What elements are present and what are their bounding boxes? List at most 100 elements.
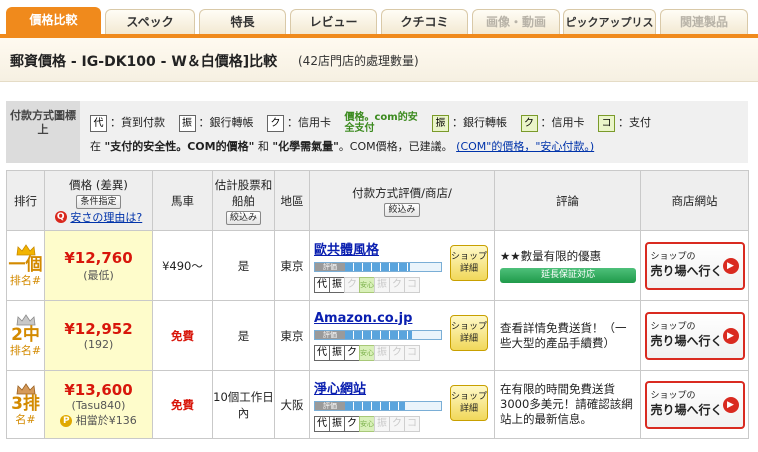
delivery-cell: 是	[212, 230, 275, 301]
shipping-cell: 免費	[152, 370, 213, 439]
pay-icon: コ	[404, 344, 420, 361]
tab-related: 関連製品	[660, 9, 748, 34]
shop-cell: 歐共體風格 評価 代振ク安心振クコ ショップ詳細	[309, 230, 495, 301]
points-row: P 相當於¥136	[45, 412, 152, 428]
tab-review[interactable]: レビュー	[290, 9, 377, 34]
note-text: 。COM價格，已建議。	[338, 140, 453, 153]
note-text: 在	[90, 140, 101, 153]
site-cell: ショップの 売り場へ行く ▶	[640, 300, 749, 371]
payment-filter-button[interactable]: 絞込み	[384, 202, 420, 217]
legend-note: 在 "支付的安全性。COM的價格" 和 "化學需氣量"。COM價格，已建議。 (…	[90, 138, 594, 154]
legend-label: 付款方式圖標上	[6, 101, 80, 163]
review-cell: ★★數量有限的優惠 延長保証対応	[494, 230, 641, 301]
rating-label: 評価	[315, 263, 345, 271]
rating-label: 評価	[315, 402, 345, 410]
rank-suffix: 名#	[15, 413, 36, 426]
region-cell: 大阪	[274, 370, 310, 439]
rating-bar: 評価	[314, 401, 442, 411]
price-cell: ¥13,600 (Tasu840) P 相當於¥136	[44, 370, 153, 439]
legend-text: ：銀行轉帳	[198, 116, 254, 129]
review-text: ★★數量有限的優惠	[500, 248, 602, 263]
rank-suffix: 排名#	[9, 344, 42, 357]
why-cheap-link[interactable]: 安さの理由は?	[70, 211, 142, 224]
header-region[interactable]: 地區	[274, 170, 310, 231]
price-value: ¥13,600	[64, 381, 133, 399]
credit-card-icon: ク	[389, 415, 405, 432]
rating-bar: 評価	[314, 330, 442, 340]
secure-icon: 安心	[359, 415, 375, 432]
table-header-row: 排行 價格 (差異) 条件指定 Q 安さの理由は? 馬車 估計股票和船舶 絞込み…	[6, 170, 749, 231]
price-value: ¥12,760	[64, 248, 133, 267]
bank-transfer-icon: 振	[374, 344, 390, 361]
header-site: 商店網站	[640, 170, 749, 231]
bank-transfer-icon: 振	[329, 344, 345, 361]
price-diff: (192)	[83, 338, 114, 351]
pay-icon: コ	[404, 276, 420, 293]
tab-pickup-list[interactable]: ピックアップリスト	[563, 9, 656, 54]
header-delivery: 估計股票和船舶 絞込み	[212, 170, 275, 231]
cod-icon: 代	[314, 415, 330, 432]
go-to-shop-button[interactable]: ショップの 売り場へ行く ▶	[644, 311, 745, 360]
bank-transfer-icon: 振	[329, 415, 345, 432]
table-row: 2中 排名# ¥12,952 (192) 免費 是 東京 Amazon.co.j…	[6, 300, 749, 371]
header-price-label[interactable]: 價格 (差異)	[45, 177, 152, 193]
question-icon: Q	[54, 211, 67, 223]
region-cell: 東京	[274, 300, 310, 371]
price-diff: (Tasu840)	[71, 399, 126, 412]
tab-price-compare[interactable]: 價格比較	[6, 7, 101, 34]
rank-number: 一個	[8, 255, 43, 275]
go-to-shop-button[interactable]: ショップの 売り場へ行く ▶	[644, 241, 745, 290]
shop-cell: 淨心網站 評価 代振ク安心振クコ ショップ詳細	[309, 370, 495, 439]
tab-images: 画像・動画	[472, 9, 560, 34]
bank-transfer-icon: 振	[329, 276, 345, 293]
warranty-badge[interactable]: 延長保証対応	[500, 267, 636, 283]
legend-text: ：信用卡	[287, 116, 331, 129]
table-row: 一個 排名# ¥12,760 (最低) ¥490～ 是 東京 歐共體風格 評価 …	[6, 230, 749, 301]
credit-card-icon: ク	[344, 276, 360, 293]
points-icon: P	[60, 415, 73, 427]
legend-text: ：支付	[618, 116, 651, 129]
condition-button[interactable]: 条件指定	[76, 194, 121, 209]
page-title: 郵資價格 - IG-DK100 - W＆白價格]比較	[10, 54, 278, 70]
rank-cell: 3排 名#	[6, 370, 45, 439]
go-to-shop-button[interactable]: ショップの 売り場へ行く ▶	[644, 380, 745, 429]
site-cell: ショップの 売り場へ行く ▶	[640, 370, 749, 439]
secure-pay-icon: コ	[598, 114, 615, 132]
shop-detail-button[interactable]: ショップ詳細	[450, 385, 488, 421]
secure-payment-label: 價格。com的安全支付	[344, 112, 418, 134]
shipping-cell: 免費	[152, 300, 213, 371]
secure-card-icon: ク	[520, 114, 538, 132]
note-bold: "化學需氣量"	[272, 140, 339, 153]
title-bar: 郵資價格 - IG-DK100 - W＆白價格]比較 (42店門店的處理數量)	[0, 38, 758, 82]
delivery-filter-button[interactable]: 絞込み	[225, 210, 261, 225]
price-cell: ¥12,760 (最低)	[44, 230, 153, 301]
shop-cell: Amazon.co.jp 評価 代振ク安心振クコ ショップ詳細	[309, 300, 495, 371]
tab-kuchikomi[interactable]: クチコミ	[381, 9, 468, 34]
header-rank[interactable]: 排行	[6, 170, 45, 231]
note-text: 和	[257, 140, 269, 153]
note-bold: "支付的安全性。COM的價格"	[104, 140, 255, 153]
shop-count: (42店門店的處理數量)	[298, 54, 419, 68]
bank-transfer-icon: 振	[374, 415, 390, 432]
secure-payment-link[interactable]: (COM"的價格，"安心付款。)	[456, 140, 594, 153]
legend-text: ：信用卡	[540, 116, 585, 129]
shop-detail-button[interactable]: ショップ詳細	[450, 245, 488, 281]
price-table: 排行 價格 (差異) 条件指定 Q 安さの理由は? 馬車 估計股票和船舶 絞込み…	[6, 170, 749, 439]
cod-icon: 代	[314, 344, 330, 361]
tab-features[interactable]: 特長	[199, 9, 286, 34]
rating-fill	[345, 263, 410, 271]
payment-legend: 付款方式圖標上 代：貨到付款 振：銀行轉帳 ク：信用卡 價格。com的安全支付 …	[6, 101, 748, 163]
shop-detail-button[interactable]: ショップ詳細	[450, 315, 488, 351]
rank-number: 3排	[11, 394, 40, 414]
tab-spec[interactable]: スペック	[105, 9, 195, 34]
bank-transfer-icon: 振	[178, 114, 196, 132]
header-shipping[interactable]: 馬車	[152, 170, 213, 231]
legend-text: ：貨到付款	[110, 116, 165, 129]
secure-icon: 安心	[359, 344, 375, 361]
secure-icon: 安心	[359, 276, 375, 293]
price-cell: ¥12,952 (192)	[44, 300, 153, 371]
points-text: 相當於¥136	[75, 414, 137, 427]
pay-icon: コ	[404, 415, 420, 432]
rating-fill	[345, 402, 405, 410]
review-cell: 在有限的時間免費送貨3000多美元！請確認該網站上的最新信息。	[494, 370, 641, 439]
